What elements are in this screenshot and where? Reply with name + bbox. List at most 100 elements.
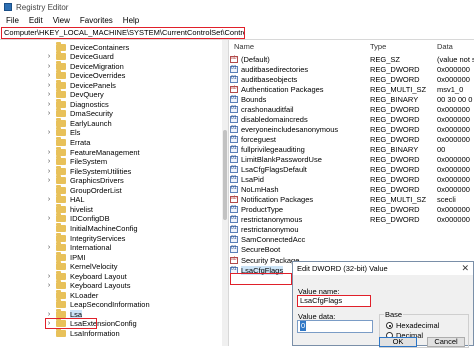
value-row[interactable]: restrictanonymous REG_DWORD 0x000000: [229, 215, 474, 225]
value-row[interactable]: NoLmHash REG_DWORD 0x000000: [229, 185, 474, 195]
chevron-right-icon[interactable]: ›: [45, 82, 53, 89]
value-data: 0x000000: [437, 134, 470, 144]
chevron-right-icon[interactable]: ›: [45, 311, 53, 318]
folder-icon: [56, 137, 66, 146]
scrollbar-thumb[interactable]: [223, 130, 227, 220]
chevron-right-icon[interactable]: ›: [45, 282, 53, 289]
value-row[interactable]: everyoneincludesanonymous REG_DWORD 0x0000…: [229, 124, 474, 134]
value-row[interactable]: fullprivilegeauditing REG_BINARY 00: [229, 144, 474, 154]
tree-item-label: IDConfigDB: [70, 214, 110, 224]
binary-value-icon: [230, 135, 238, 143]
value-data: 0x000000: [437, 114, 470, 124]
tree-item-label: FeatureManagement: [70, 147, 140, 157]
value-row[interactable]: SecureBoot: [229, 245, 474, 255]
value-row[interactable]: LsaPid REG_DWORD 0x000000: [229, 175, 474, 185]
string-value-icon: [230, 85, 238, 93]
folder-icon: [56, 328, 66, 337]
chevron-right-icon[interactable]: ›: [45, 72, 53, 79]
value-row[interactable]: Notification Packages REG_MULTI_SZ scecli: [229, 195, 474, 205]
tree-item[interactable]: LsaInformation: [45, 328, 120, 339]
menu-help[interactable]: Help: [123, 16, 139, 25]
chevron-right-icon[interactable]: ›: [45, 63, 53, 70]
value-data: 00: [437, 144, 446, 154]
value-row[interactable]: LsaCfgFlagsDefault REG_DWORD 0x000000: [229, 165, 474, 175]
tree-item[interactable]: EarlyLaunch: [45, 117, 112, 128]
chevron-right-icon[interactable]: ›: [45, 53, 53, 60]
tree-item[interactable]: IPMI: [45, 251, 85, 262]
tree-item[interactable]: › Diagnostics: [45, 98, 109, 109]
value-name: LsaPid: [241, 175, 264, 185]
tree-item[interactable]: Errata: [45, 137, 90, 148]
value-row[interactable]: Bounds REG_BINARY 00 30 00 0: [229, 94, 474, 104]
value-row[interactable]: auditbaseobjects REG_DWORD 0x000000: [229, 74, 474, 84]
tree-item[interactable]: › DevQuery: [45, 89, 104, 100]
chevron-right-icon[interactable]: ›: [45, 177, 53, 184]
value-row[interactable]: forceguest REG_DWORD 0x000000: [229, 134, 474, 144]
edit-dword-dialog: Edit DWORD (32-bit) Value ✕ Value name: …: [292, 261, 474, 348]
folder-icon: [56, 289, 66, 299]
menu-favorites[interactable]: Favorites: [80, 16, 113, 25]
tree-item[interactable]: › Els: [45, 127, 80, 138]
tree-item[interactable]: › FileSystem: [45, 156, 107, 167]
tree-item-label: FileSystemUtilities: [70, 166, 132, 176]
value-name-field[interactable]: LsaCfgFlags: [297, 295, 371, 307]
value-row[interactable]: restrictanonymou: [229, 225, 474, 235]
column-name-header[interactable]: Name: [234, 42, 254, 51]
hexadecimal-radio[interactable]: Hexadecimal: [386, 321, 439, 330]
chevron-right-icon[interactable]: ›: [45, 149, 53, 156]
value-type: REG_DWORD: [370, 124, 420, 134]
lsa-highlight-box: [45, 318, 97, 329]
chevron-right-icon[interactable]: ›: [45, 168, 53, 175]
tree-item[interactable]: hivelist: [45, 203, 93, 214]
value-row[interactable]: disabledomaincreds REG_DWORD 0x000000: [229, 114, 474, 124]
chevron-right-icon[interactable]: ›: [45, 101, 53, 108]
value-row[interactable]: SamConnectedAcc: [229, 235, 474, 245]
chevron-right-icon[interactable]: ›: [45, 110, 53, 117]
value-type: REG_BINARY: [370, 94, 419, 104]
value-name: NoLmHash: [241, 185, 279, 195]
folder-icon: [56, 156, 66, 166]
close-icon[interactable]: ✕: [461, 263, 469, 274]
chevron-right-icon[interactable]: ›: [45, 91, 53, 98]
binary-value-icon: [230, 75, 238, 83]
column-data-header[interactable]: Data: [437, 42, 453, 51]
menu-view[interactable]: View: [53, 16, 70, 25]
value-data-field[interactable]: 0: [297, 320, 373, 333]
tree-item[interactable]: › HAL: [45, 194, 85, 205]
value-row[interactable]: (Default) REG_SZ (value not se: [229, 54, 474, 64]
value-name: SecureBoot: [241, 245, 281, 255]
menu-file[interactable]: File: [6, 16, 19, 25]
menu-bar: File Edit View Favorites Help: [0, 14, 474, 27]
value-data: 00 30 00 0: [437, 94, 473, 104]
tree-item-label: KernelVelocity: [70, 262, 118, 272]
value-row[interactable]: Authentication Packages REG_MULTI_SZ msv1_…: [229, 84, 474, 94]
folder-icon: [56, 242, 66, 252]
column-type-header[interactable]: Type: [370, 42, 386, 51]
chevron-right-icon[interactable]: ›: [45, 273, 53, 280]
value-name: Security Package: [241, 255, 300, 265]
value-row[interactable]: LimitBlankPasswordUse REG_DWORD 0x000000: [229, 155, 474, 165]
tree-item-label: InitialMachineConfig: [70, 223, 138, 233]
tree-item[interactable]: › International: [45, 242, 111, 253]
values-header: Name Type Data: [229, 40, 474, 52]
address-bar[interactable]: Computer\HKEY_LOCAL_MACHINE\SYSTEM\Curre…: [1, 27, 245, 39]
menu-edit[interactable]: Edit: [29, 16, 43, 25]
chevron-right-icon[interactable]: ›: [45, 129, 53, 136]
value-name: (Default): [241, 54, 270, 64]
tree-item[interactable]: › IDConfigDB: [45, 213, 110, 224]
tree-item[interactable]: InitialMachineConfig: [45, 222, 138, 233]
tree-item[interactable]: KLoader: [45, 289, 98, 300]
chevron-right-icon[interactable]: ›: [45, 215, 53, 222]
value-row[interactable]: crashonauditfail REG_DWORD 0x000000: [229, 104, 474, 114]
folder-icon: [56, 127, 66, 137]
binary-value-icon: [230, 145, 238, 153]
tree-item[interactable]: › DeviceGuard: [45, 51, 114, 62]
value-name: SamConnectedAcc: [241, 235, 306, 245]
tree-item[interactable]: › DmaSecurity: [45, 108, 113, 119]
folder-icon: [56, 146, 66, 156]
chevron-right-icon[interactable]: ›: [45, 158, 53, 165]
value-row[interactable]: ProductType REG_DWORD 0x000000: [229, 205, 474, 215]
chevron-right-icon[interactable]: ›: [45, 244, 53, 251]
chevron-right-icon[interactable]: ›: [45, 196, 53, 203]
value-row[interactable]: auditbasedirectories REG_DWORD 0x000000: [229, 64, 474, 74]
